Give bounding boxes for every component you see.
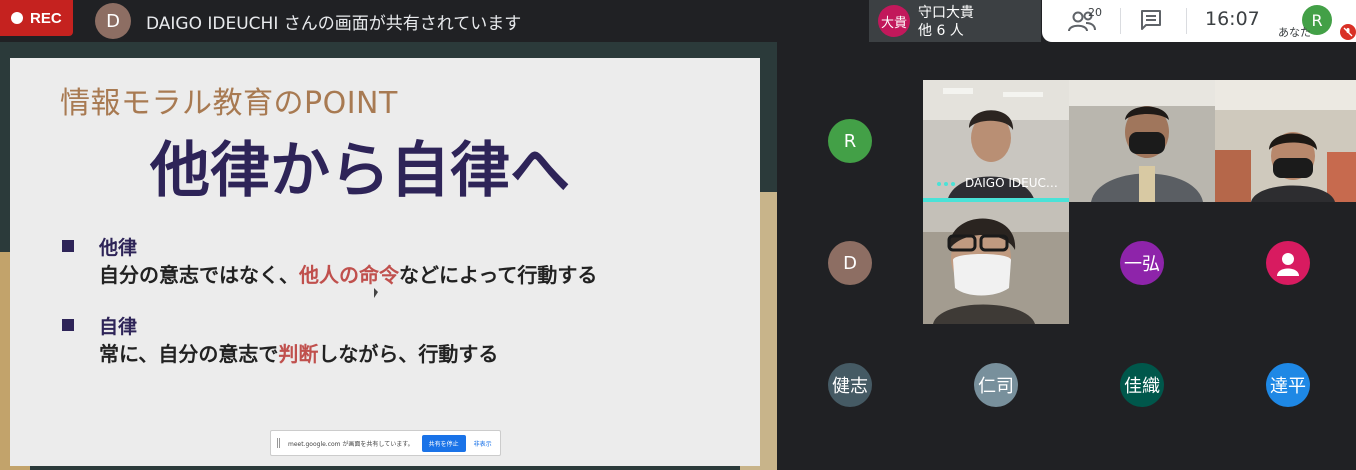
- participant-tile-video[interactable]: DAIGO IDEUC…: [923, 80, 1069, 202]
- participant-avatar: 佳織: [1120, 363, 1164, 407]
- clock: 16:07: [1205, 8, 1260, 30]
- participant-video: [1069, 80, 1215, 202]
- participant-video: [923, 202, 1069, 324]
- participant-tile[interactable]: R: [777, 80, 923, 202]
- participant-grid: R DAIGO IDEUC… D 一弘 健志 仁司 佳織 達平: [777, 42, 1356, 470]
- self-label: あなた: [1278, 26, 1311, 39]
- stop-sharing-button[interactable]: 共有を停止: [421, 434, 466, 452]
- divider: [1120, 8, 1121, 34]
- meeting-controls: 20 16:07 R あなた: [1042, 0, 1356, 42]
- others-avatar: 大貴: [878, 5, 910, 37]
- bullet-body: 常に、自分の意志で判断しながら、行動する: [99, 342, 499, 366]
- participant-tile-video[interactable]: [1215, 80, 1356, 202]
- bullet-heading: 他律: [99, 237, 138, 259]
- speaking-indicator-icon: [937, 182, 955, 186]
- chat-icon[interactable]: [1140, 9, 1162, 31]
- participant-tile[interactable]: 佳織: [1069, 324, 1215, 446]
- participant-avatar: R: [828, 119, 872, 163]
- presentation-slide: 情報モラル教育のPOINT 他律から自律へ 他律 自分の意志ではなく、他人の命令…: [10, 58, 760, 466]
- participant-tile[interactable]: 仁司: [923, 324, 1069, 446]
- drag-handle-icon[interactable]: [277, 438, 280, 448]
- participant-tile[interactable]: 健志: [777, 324, 923, 446]
- bullet-square-icon: [62, 319, 74, 331]
- bullet-body: 自分の意志ではなく、他人の命令などによって行動する: [99, 263, 598, 287]
- share-notice: meet.google.com が画面を共有しています。: [288, 440, 414, 448]
- participant-tile[interactable]: D: [777, 202, 923, 324]
- presenting-notice: DAIGO IDEUCHI さんの画面が共有されています: [146, 14, 522, 34]
- divider: [1186, 8, 1187, 34]
- screen-share-bar: meet.google.com が画面を共有しています。 共有を停止 非表示: [270, 430, 501, 456]
- person-icon: [1277, 253, 1299, 276]
- participant-tile[interactable]: 達平: [1215, 324, 1356, 446]
- presenter-avatar: D: [95, 3, 131, 39]
- recording-badge: REC: [0, 0, 73, 36]
- participant-avatar: 達平: [1266, 363, 1310, 407]
- participant-name: DAIGO IDEUC…: [965, 176, 1058, 190]
- others-summary[interactable]: 大貴 守口大貴 他 6 人: [869, 0, 1041, 42]
- participant-tile-video[interactable]: [1069, 80, 1215, 202]
- participant-avatar: D: [828, 241, 872, 285]
- people-count-badge: 20: [1088, 6, 1102, 19]
- top-bar: REC D DAIGO IDEUCHI さんの画面が共有されています 大貴 守口…: [0, 0, 1356, 42]
- shared-screen: 情報モラル教育のPOINT 他律から自律へ 他律 自分の意志ではなく、他人の命令…: [0, 42, 777, 470]
- bullet-square-icon: [62, 240, 74, 252]
- record-dot-icon: [11, 12, 23, 24]
- participant-tile-video[interactable]: [923, 202, 1069, 324]
- others-count: 他 6 人: [918, 23, 964, 39]
- others-first-name: 守口大貴: [918, 5, 974, 21]
- anonymous-avatar: [1266, 241, 1310, 285]
- mic-off-icon: [1340, 24, 1356, 40]
- participant-tile[interactable]: [1215, 202, 1356, 324]
- participant-avatar: 健志: [828, 363, 872, 407]
- slide-title: 他律から自律へ: [150, 136, 570, 206]
- bullet-heading: 自律: [99, 316, 138, 338]
- hide-button[interactable]: 非表示: [474, 439, 492, 448]
- participant-video: [1215, 80, 1356, 202]
- participant-avatar: 一弘: [1120, 241, 1164, 285]
- slide-kicker: 情報モラル教育のPOINT: [60, 86, 398, 121]
- recording-label: REC: [30, 9, 62, 27]
- participant-avatar: 仁司: [974, 363, 1018, 407]
- participant-tile[interactable]: 一弘: [1069, 202, 1215, 324]
- mouse-cursor-icon: [374, 288, 378, 298]
